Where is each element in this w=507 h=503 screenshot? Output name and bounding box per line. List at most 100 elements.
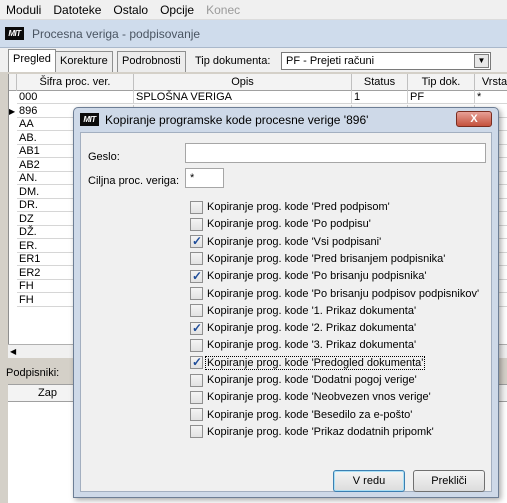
- tab-podrobnosti[interactable]: Podrobnosti: [117, 51, 186, 72]
- row-indicator: [9, 172, 17, 185]
- scroll-left-icon[interactable]: ◀: [10, 347, 16, 356]
- table-cell[interactable]: 000: [17, 91, 134, 104]
- row-indicator: [9, 253, 17, 266]
- copy-option-checkbox[interactable]: Kopiranje prog. kode 'Po brisanju podpis…: [190, 287, 480, 301]
- row-indicator: [9, 226, 17, 239]
- tab-korekture-label: Korekture: [60, 55, 108, 67]
- copy-option-checkbox[interactable]: Kopiranje prog. kode 'Prikaz dodatnih pr…: [190, 425, 435, 439]
- copy-option-label: Kopiranje prog. kode '2. Prikaz dokument…: [207, 322, 417, 335]
- checkbox-unchecked-icon[interactable]: [190, 217, 203, 231]
- copy-option-label: Kopiranje prog. kode 'Po brisanju podpis…: [207, 287, 480, 300]
- table-cell[interactable]: *: [475, 91, 507, 104]
- checkbox-checked-icon[interactable]: ✓: [190, 320, 203, 335]
- copy-option-checkbox[interactable]: Kopiranje prog. kode 'Neobvezen vnos ver…: [190, 390, 432, 404]
- tab-podrobnosti-label: Podrobnosti: [122, 55, 181, 67]
- row-indicator: [9, 118, 17, 131]
- menu-bar: Moduli Datoteke Ostalo Opcije Konec: [0, 0, 507, 20]
- row-indicator: [9, 267, 17, 280]
- tip-dokumenta-select[interactable]: PF - Prejeti računi ▼: [281, 52, 491, 70]
- row-indicator: [9, 132, 17, 145]
- copy-code-dialog: MIT Kopiranje programske kode procesne v…: [73, 107, 499, 498]
- row-indicator: [9, 91, 17, 104]
- menu-ostalo[interactable]: Ostalo: [107, 0, 154, 20]
- checkbox-unchecked-icon[interactable]: [190, 287, 203, 300]
- geslo-label: Geslo:: [88, 151, 120, 163]
- table-cell[interactable]: PF: [408, 91, 475, 104]
- copy-option-label: Kopiranje prog. kode 'Pred podpisom': [207, 201, 390, 213]
- podpisniki-label: Podpisniki:: [6, 367, 60, 379]
- column-header-status[interactable]: Status: [352, 74, 408, 91]
- checkbox-unchecked-icon[interactable]: [190, 200, 203, 214]
- copy-option-checkbox[interactable]: Kopiranje prog. kode '3. Prikaz dokument…: [190, 338, 417, 352]
- menu-konec: Konec: [206, 2, 241, 17]
- copy-option-checkbox[interactable]: Kopiranje prog. kode 'Po podpisu': [190, 217, 372, 231]
- checkbox-unchecked-icon[interactable]: [190, 304, 203, 318]
- copy-option-checkbox[interactable]: ✓ Kopiranje prog. kode 'Predogled dokumen…: [190, 355, 426, 370]
- current-row-indicator-icon: ▶: [9, 106, 16, 116]
- copy-option-checkbox[interactable]: Kopiranje prog. kode 'Dodatni pogoj veri…: [190, 373, 418, 387]
- header-indicator-cell: [9, 74, 17, 91]
- copy-option-label: Kopiranje prog. kode 'Dodatni pogoj veri…: [207, 374, 417, 386]
- checkbox-checked-icon[interactable]: ✓: [190, 234, 203, 249]
- copy-option-label: Kopiranje prog. kode 'Predogled dokument…: [204, 355, 426, 370]
- copy-option-label: Kopiranje prog. kode 'Pred brisanjem pod…: [207, 252, 446, 265]
- checkbox-checked-icon[interactable]: ✓: [190, 355, 203, 370]
- menu-datoteke[interactable]: Datoteke: [47, 0, 107, 20]
- copy-option-checkbox[interactable]: Kopiranje prog. kode 'Pred podpisom': [190, 200, 391, 214]
- copy-option-checkbox[interactable]: Kopiranje prog. kode '1. Prikaz dokument…: [190, 304, 417, 318]
- checkmark-icon: ✓: [192, 234, 203, 249]
- copy-option-checkbox[interactable]: Kopiranje prog. kode 'Besedilo za e-pošt…: [190, 408, 413, 422]
- row-indicator: [9, 199, 17, 212]
- tip-dokumenta-label: Tip dokumenta:: [195, 55, 271, 67]
- ciljna-label: Ciljna proc. veriga:: [88, 175, 180, 187]
- chevron-down-icon[interactable]: ▼: [474, 54, 489, 68]
- row-indicator: [9, 145, 17, 158]
- ok-button[interactable]: V redu: [333, 470, 405, 492]
- column-header-vrsta[interactable]: Vrsta: [475, 74, 507, 91]
- checkbox-unchecked-icon[interactable]: [190, 373, 203, 387]
- column-header-tip-dok[interactable]: Tip dok.: [408, 74, 475, 91]
- column-header-sifra[interactable]: Šifra proc. ver.: [17, 74, 134, 91]
- menu-opcije[interactable]: Opcije: [154, 0, 200, 20]
- table-cell[interactable]: 1: [352, 91, 408, 104]
- table-cell[interactable]: SPLOŠNA VERIGA: [134, 91, 352, 104]
- tab-pregled-label: Pregled: [13, 53, 51, 65]
- copy-option-label: Kopiranje prog. kode '1. Prikaz dokument…: [207, 304, 417, 317]
- tab-korekture[interactable]: Korekture: [55, 51, 113, 72]
- copy-option-label: Kopiranje prog. kode '3. Prikaz dokument…: [207, 339, 417, 352]
- checkbox-unchecked-icon[interactable]: [190, 252, 203, 266]
- checkbox-unchecked-icon[interactable]: [190, 390, 203, 404]
- tip-dokumenta-value: PF - Prejeti računi: [286, 55, 375, 67]
- copy-option-checkbox[interactable]: ✓ Kopiranje prog. kode '2. Prikaz dokumen…: [190, 321, 417, 335]
- dialog-title-bar[interactable]: MIT Kopiranje programske kode procesne v…: [74, 108, 498, 131]
- copy-option-checkbox[interactable]: ✓ Kopiranje prog. kode 'Po brisanju podpi…: [190, 269, 427, 283]
- copy-option-checkbox[interactable]: Kopiranje prog. kode 'Pred brisanjem pod…: [190, 252, 446, 266]
- checkmark-icon: ✓: [192, 355, 203, 370]
- cancel-button[interactable]: Prekliči: [413, 470, 485, 492]
- checkbox-unchecked-icon[interactable]: [190, 425, 203, 439]
- copy-option-checkbox[interactable]: ✓ Kopiranje prog. kode 'Vsi podpisani': [190, 234, 382, 249]
- close-icon[interactable]: X: [456, 111, 492, 127]
- menu-moduli[interactable]: Moduli: [0, 0, 47, 20]
- checkbox-checked-icon[interactable]: ✓: [190, 269, 203, 283]
- copy-option-label: Kopiranje prog. kode 'Po podpisu': [207, 218, 371, 231]
- geslo-input[interactable]: [185, 143, 486, 163]
- copy-option-label: Kopiranje prog. kode 'Neobvezen vnos ver…: [207, 391, 431, 404]
- column-header-opis[interactable]: Opis: [134, 74, 352, 91]
- table-row[interactable]: 000 SPLOŠNA VERIGA 1 PF *: [9, 91, 507, 104]
- row-indicator: [9, 280, 17, 293]
- checkbox-unchecked-icon[interactable]: [190, 408, 203, 422]
- dialog-body: Geslo: Ciljna proc. veriga: * Kopiranje …: [80, 132, 492, 492]
- dialog-title: Kopiranje programske kode procesne verig…: [105, 112, 369, 127]
- window-title-bar: MIT Procesna veriga - podpisovanje: [0, 20, 507, 48]
- copy-option-label: Kopiranje prog. kode 'Besedilo za e-pošt…: [207, 408, 413, 421]
- row-indicator: [9, 213, 17, 226]
- tab-pregled[interactable]: Pregled: [8, 49, 56, 72]
- copy-option-label: Kopiranje prog. kode 'Prikaz dodatnih pr…: [207, 425, 434, 438]
- row-indicator: [9, 240, 17, 253]
- copy-option-label: Kopiranje prog. kode 'Vsi podpisani': [207, 235, 382, 248]
- copy-option-label: Kopiranje prog. kode 'Po brisanju podpis…: [207, 270, 427, 283]
- checkbox-unchecked-icon[interactable]: [190, 338, 203, 352]
- ciljna-input[interactable]: *: [185, 168, 224, 188]
- checkmark-icon: ✓: [192, 320, 203, 335]
